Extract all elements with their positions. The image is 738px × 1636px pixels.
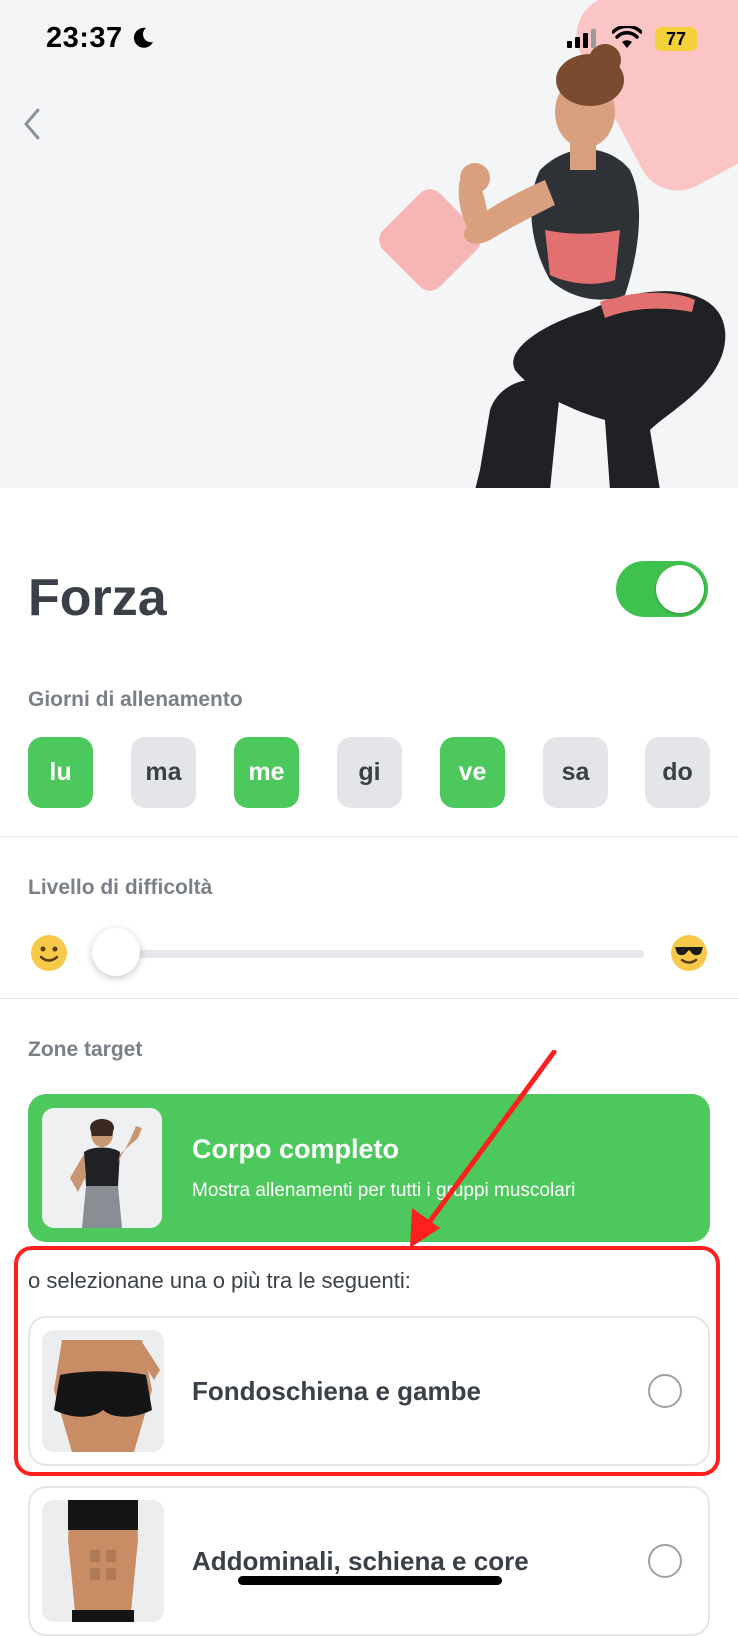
abs-back-core-photo [42, 1500, 164, 1622]
red-arrow-icon [410, 1050, 557, 1248]
day-tuesday[interactable]: ma [131, 737, 196, 808]
day-friday[interactable]: ve [440, 737, 505, 808]
athlete-illustration [458, 44, 726, 488]
status-time: 23:37 [46, 22, 123, 54]
divider [0, 836, 738, 837]
difficulty-slider-track[interactable] [112, 950, 644, 958]
battery-indicator: 77 [655, 27, 697, 51]
status-bar: 23:37 77 [0, 0, 738, 80]
divider [0, 998, 738, 999]
highlight-box [14, 1246, 720, 1476]
smile-emoji-icon [31, 935, 67, 971]
full-body-photo [42, 1108, 162, 1228]
home-indicator [238, 1576, 502, 1585]
zone-radio[interactable] [648, 1544, 682, 1578]
zone-card-abs-back-core[interactable]: Addominali, schiena e core [28, 1486, 710, 1636]
zone-label: Addominali, schiena e core [192, 1546, 529, 1576]
target-zones-label: Zone target [28, 1038, 143, 1061]
difficulty-slider-thumb[interactable] [92, 928, 140, 976]
difficulty-label: Livello di difficoltà [28, 876, 213, 899]
moon-icon [133, 27, 153, 48]
training-days-label: Giorni di allenamento [28, 688, 243, 711]
day-sunday[interactable]: do [645, 737, 710, 808]
back-chevron-icon[interactable] [18, 104, 48, 144]
day-wednesday[interactable]: me [234, 737, 299, 808]
training-days-picker: lu ma me gi ve sa do [28, 737, 710, 809]
full-body-title: Corpo completo [192, 1134, 399, 1164]
day-monday[interactable]: lu [28, 737, 93, 808]
day-saturday[interactable]: sa [543, 737, 608, 808]
toggle-knob [656, 565, 704, 613]
signal-icon [567, 29, 596, 48]
enable-toggle[interactable] [616, 561, 708, 617]
day-thursday[interactable]: gi [337, 737, 402, 808]
wifi-icon [612, 26, 642, 48]
page-title: Forza [28, 569, 167, 627]
cool-emoji-icon [671, 935, 707, 971]
full-body-card[interactable]: Corpo completo Mostra allenamenti per tu… [28, 1094, 710, 1242]
